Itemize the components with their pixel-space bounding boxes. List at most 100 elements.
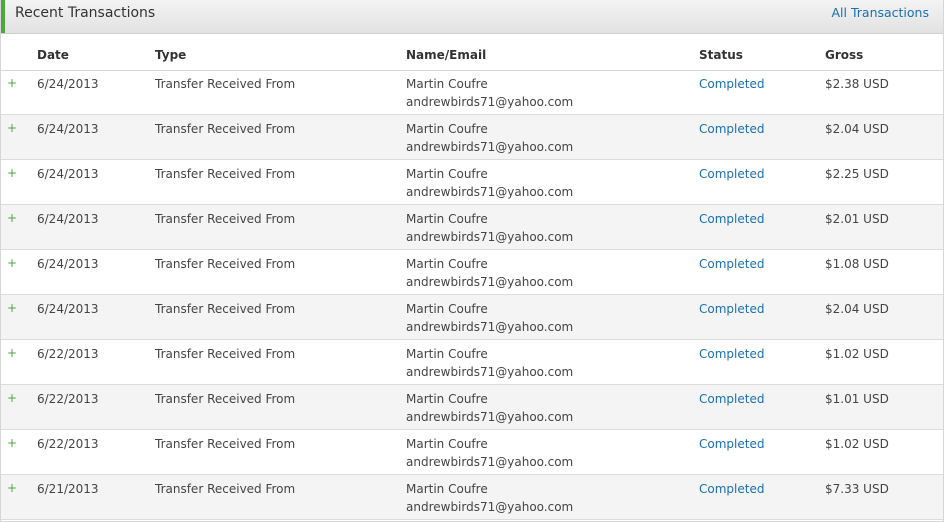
row-name-email: Martin Coufre andrewbirds71@yahoo.com — [406, 345, 573, 381]
row-date: 6/24/2013 — [37, 77, 99, 91]
row-email: andrewbirds71@yahoo.com — [406, 95, 574, 109]
row-type: Transfer Received From — [155, 212, 296, 226]
row-email: andrewbirds71@yahoo.com — [406, 500, 574, 514]
table-header-row: Date Type Name/Email Status Gross — [1, 34, 943, 71]
row-name: Martin Coufre — [406, 257, 488, 271]
row-status-link[interactable]: Completed — [699, 122, 764, 136]
expand-row-icon[interactable]: + — [7, 121, 17, 135]
transactions-list: + 6/24/2013 Transfer Received From Marti… — [1, 70, 943, 520]
row-name-email: Martin Coufre andrewbirds71@yahoo.com — [406, 165, 573, 201]
column-header-gross: Gross — [825, 48, 864, 62]
row-gross: $1.08 USD — [825, 257, 889, 271]
row-email: andrewbirds71@yahoo.com — [406, 140, 574, 154]
column-header-date: Date — [37, 48, 69, 62]
table-row: + 6/22/2013 Transfer Received From Marti… — [1, 430, 943, 475]
row-name: Martin Coufre — [406, 302, 488, 316]
row-name-email: Martin Coufre andrewbirds71@yahoo.com — [406, 75, 573, 111]
row-status-link[interactable]: Completed — [699, 167, 764, 181]
row-name: Martin Coufre — [406, 122, 488, 136]
row-email: andrewbirds71@yahoo.com — [406, 365, 574, 379]
expand-row-icon[interactable]: + — [7, 166, 17, 180]
row-status-link[interactable]: Completed — [699, 392, 764, 406]
row-date: 6/24/2013 — [37, 122, 99, 136]
row-gross: $2.38 USD — [825, 77, 889, 91]
column-header-type: Type — [155, 48, 187, 62]
row-date: 6/24/2013 — [37, 212, 99, 226]
row-status-link[interactable]: Completed — [699, 212, 764, 226]
row-gross: $1.01 USD — [825, 392, 889, 406]
table-row: + 6/22/2013 Transfer Received From Marti… — [1, 385, 943, 430]
row-name-email: Martin Coufre andrewbirds71@yahoo.com — [406, 390, 573, 426]
column-header-name-email: Name/Email — [406, 48, 487, 62]
row-date: 6/22/2013 — [37, 347, 99, 361]
row-date: 6/21/2013 — [37, 482, 99, 496]
row-status-link[interactable]: Completed — [699, 347, 764, 361]
row-type: Transfer Received From — [155, 437, 296, 451]
row-name: Martin Coufre — [406, 437, 488, 451]
table-row: + 6/21/2013 Transfer Received From Marti… — [1, 475, 943, 520]
row-date: 6/24/2013 — [37, 167, 99, 181]
expand-row-icon[interactable]: + — [7, 436, 17, 450]
row-gross: $2.04 USD — [825, 302, 889, 316]
row-date: 6/22/2013 — [37, 437, 99, 451]
table-row: + 6/24/2013 Transfer Received From Marti… — [1, 70, 943, 115]
expand-row-icon[interactable]: + — [7, 76, 17, 90]
row-name-email: Martin Coufre andrewbirds71@yahoo.com — [406, 480, 573, 516]
row-gross: $2.25 USD — [825, 167, 889, 181]
row-status-link[interactable]: Completed — [699, 482, 764, 496]
row-name: Martin Coufre — [406, 212, 488, 226]
row-gross: $7.33 USD — [825, 482, 889, 496]
row-type: Transfer Received From — [155, 347, 296, 361]
row-type: Transfer Received From — [155, 77, 296, 91]
recent-transactions-panel: Recent Transactions All Transactions Dat… — [0, 0, 944, 522]
row-gross: $2.04 USD — [825, 122, 889, 136]
row-date: 6/24/2013 — [37, 257, 99, 271]
row-email: andrewbirds71@yahoo.com — [406, 455, 574, 469]
expand-row-icon[interactable]: + — [7, 391, 17, 405]
row-email: andrewbirds71@yahoo.com — [406, 275, 574, 289]
table-row: + 6/22/2013 Transfer Received From Marti… — [1, 340, 943, 385]
expand-row-icon[interactable]: + — [7, 256, 17, 270]
row-email: andrewbirds71@yahoo.com — [406, 320, 574, 334]
row-status-link[interactable]: Completed — [699, 257, 764, 271]
row-type: Transfer Received From — [155, 302, 296, 316]
row-name-email: Martin Coufre andrewbirds71@yahoo.com — [406, 435, 573, 471]
row-gross: $2.01 USD — [825, 212, 889, 226]
row-type: Transfer Received From — [155, 122, 296, 136]
table-row: + 6/24/2013 Transfer Received From Marti… — [1, 115, 943, 160]
row-email: andrewbirds71@yahoo.com — [406, 185, 574, 199]
expand-row-icon[interactable]: + — [7, 301, 17, 315]
row-email: andrewbirds71@yahoo.com — [406, 410, 574, 424]
expand-row-icon[interactable]: + — [7, 346, 17, 360]
row-type: Transfer Received From — [155, 392, 296, 406]
row-status-link[interactable]: Completed — [699, 302, 764, 316]
row-type: Transfer Received From — [155, 482, 296, 496]
row-date: 6/24/2013 — [37, 302, 99, 316]
row-name-email: Martin Coufre andrewbirds71@yahoo.com — [406, 255, 573, 291]
row-status-link[interactable]: Completed — [699, 437, 764, 451]
row-type: Transfer Received From — [155, 167, 296, 181]
table-row: + 6/24/2013 Transfer Received From Marti… — [1, 250, 943, 295]
row-type: Transfer Received From — [155, 257, 296, 271]
row-status-link[interactable]: Completed — [699, 77, 764, 91]
column-header-status: Status — [699, 48, 743, 62]
table-row: + 6/24/2013 Transfer Received From Marti… — [1, 160, 943, 205]
row-name: Martin Coufre — [406, 392, 488, 406]
row-gross: $1.02 USD — [825, 437, 889, 451]
all-transactions-link[interactable]: All Transactions — [832, 5, 930, 20]
row-name-email: Martin Coufre andrewbirds71@yahoo.com — [406, 120, 573, 156]
row-name-email: Martin Coufre andrewbirds71@yahoo.com — [406, 210, 573, 246]
row-date: 6/22/2013 — [37, 392, 99, 406]
row-gross: $1.02 USD — [825, 347, 889, 361]
panel-header: Recent Transactions All Transactions — [1, 0, 943, 34]
expand-row-icon[interactable]: + — [7, 481, 17, 495]
table-row: + 6/24/2013 Transfer Received From Marti… — [1, 295, 943, 340]
panel-title: Recent Transactions — [15, 5, 156, 21]
row-email: andrewbirds71@yahoo.com — [406, 230, 574, 244]
accent-bar — [1, 0, 5, 33]
row-name: Martin Coufre — [406, 347, 488, 361]
row-name: Martin Coufre — [406, 167, 488, 181]
expand-row-icon[interactable]: + — [7, 211, 17, 225]
table-row: + 6/24/2013 Transfer Received From Marti… — [1, 205, 943, 250]
row-name-email: Martin Coufre andrewbirds71@yahoo.com — [406, 300, 573, 336]
